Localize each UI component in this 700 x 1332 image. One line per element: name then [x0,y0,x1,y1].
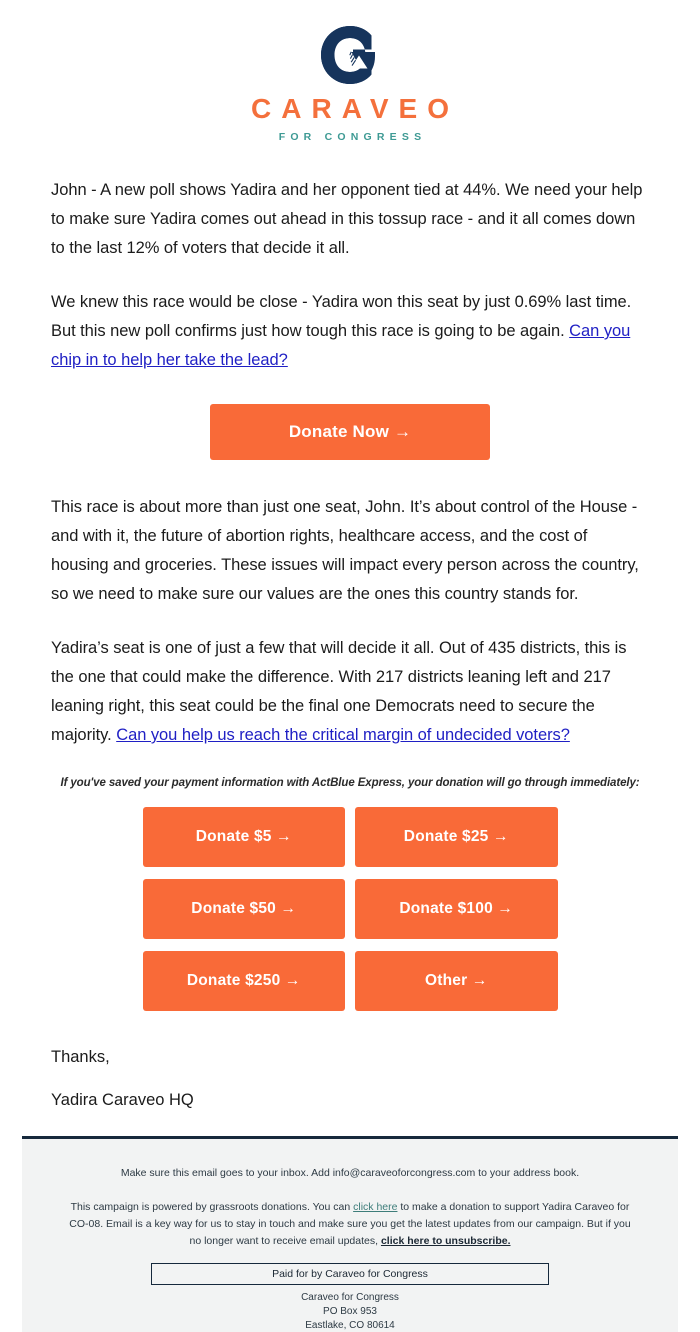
email-footer: Make sure this email goes to your inbox.… [22,1139,678,1332]
footer-disclaimer-part1: This campaign is powered by grassroots d… [70,1201,354,1213]
paragraph-close-race-text: We knew this race would be close - Yadir… [51,293,632,340]
paragraph-close-race: We knew this race would be close - Yadir… [51,288,649,375]
donate-5-button[interactable]: Donate $5 → [142,807,345,867]
unsubscribe-link[interactable]: click here to unsubscribe. [381,1235,511,1247]
donate-now-button[interactable]: Donate Now → [210,404,490,460]
donate-250-button[interactable]: Donate $250 → [142,951,345,1011]
wordmark-caraveo: CARAVEO [251,93,459,124]
paragraph-more-than-seat: This race is about more than just one se… [51,498,639,603]
footer-inbox-note: Make sure this email goes to your inbox.… [120,1167,580,1179]
footer-donate-link[interactable]: click here [353,1201,397,1213]
donate-other-button[interactable]: Other → [355,951,558,1011]
caraveo-c-mountain-icon [321,26,375,84]
paid-for-disclaimer: Paid for by Caraveo for Congress [151,1263,549,1285]
email-body: John - A new poll shows Yadira and her o… [0,176,700,750]
email-signoff: Thanks, Yadira Caraveo HQ [0,1043,700,1115]
donate-50-button[interactable]: Donate $50 → [142,879,345,939]
actblue-express-note: If you've saved your payment information… [60,777,640,789]
brand-logo[interactable]: CARAVEO FOR CONGRESS [241,24,459,143]
mailing-address: Caraveo for Congress PO Box 953 Eastlake… [62,1291,638,1332]
primary-cta-row: Donate Now → [51,404,649,460]
paragraph-districts: Yadira’s seat is one of just a few that … [51,634,649,750]
email-page: CARAVEO FOR CONGRESS John - A new poll s… [0,0,700,1332]
address-org: Caraveo for Congress [301,1292,399,1303]
critical-margin-link[interactable]: Can you help us reach the critical margi… [116,726,570,744]
email-header: CARAVEO FOR CONGRESS [0,0,700,155]
signoff-thanks: Thanks, [51,1048,110,1066]
footer-disclaimer: This campaign is powered by grassroots d… [62,1199,638,1250]
address-city-state-zip: Eastlake, CO 80614 [305,1320,395,1331]
signoff-name: Yadira Caraveo HQ [51,1091,194,1109]
wordmark-for-congress: FOR CONGRESS [278,131,427,143]
paragraph-poll-intro: John - A new poll shows Yadira and her o… [51,181,643,257]
address-po-box: PO Box 953 [323,1306,377,1317]
donate-25-button[interactable]: Donate $25 → [355,807,558,867]
donation-amount-grid: Donate $5 → Donate $25 → Donate $50 → Do… [142,807,558,1011]
donate-100-button[interactable]: Donate $100 → [355,879,558,939]
